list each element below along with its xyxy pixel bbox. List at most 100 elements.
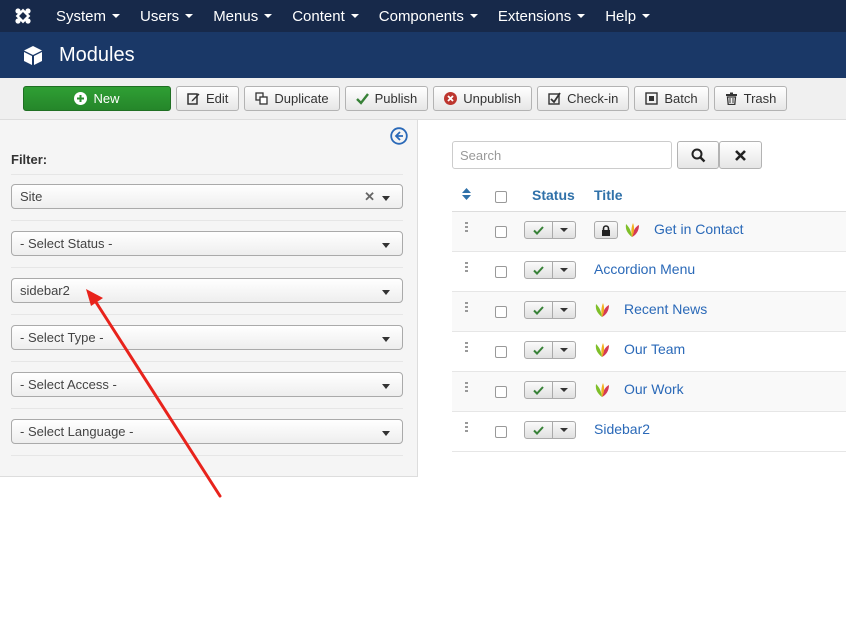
- drag-handle-icon[interactable]: [465, 422, 468, 434]
- table-row: Our Work: [452, 372, 846, 412]
- search-input[interactable]: [452, 141, 672, 169]
- drag-handle-icon[interactable]: [465, 222, 468, 234]
- published-toggle[interactable]: [524, 221, 553, 239]
- nav-system[interactable]: System: [46, 0, 130, 32]
- drag-handle-icon[interactable]: [465, 262, 468, 274]
- leaf-icon: [595, 303, 609, 317]
- status-dropdown[interactable]: [553, 341, 576, 359]
- filter-sidebar: Filter: Site ✕ - Select Status - sidebar…: [0, 120, 418, 477]
- joomla-logo-icon[interactable]: [0, 0, 46, 32]
- published-toggle[interactable]: [524, 421, 553, 439]
- page-header: Modules: [0, 32, 846, 78]
- table-row: Accordion Menu: [452, 252, 846, 292]
- row-checkbox[interactable]: [495, 426, 507, 438]
- chevron-down-icon: [560, 268, 568, 272]
- nav-users-label: Users: [140, 7, 180, 25]
- row-checkbox[interactable]: [495, 226, 507, 238]
- nav-components[interactable]: Components: [369, 0, 488, 32]
- checked-out-button[interactable]: [594, 221, 618, 239]
- edit-button-label: Edit: [206, 91, 229, 106]
- caret-down-icon: [264, 14, 273, 18]
- divider: [11, 314, 403, 315]
- check-icon: [533, 265, 544, 275]
- site-select[interactable]: Site ✕: [11, 184, 403, 209]
- nav-extensions[interactable]: Extensions: [488, 0, 595, 32]
- publish-button[interactable]: Publish: [344, 86, 429, 111]
- nav-content[interactable]: Content: [282, 0, 369, 32]
- batch-icon: [645, 92, 659, 105]
- search-button[interactable]: [677, 141, 719, 169]
- row-checkbox[interactable]: [495, 346, 507, 358]
- nav-help[interactable]: Help: [595, 0, 660, 32]
- divider: [11, 455, 403, 456]
- leaf-icon: [595, 343, 609, 357]
- check-icon: [533, 385, 544, 395]
- clear-search-button[interactable]: [719, 141, 762, 169]
- search-icon: [691, 148, 705, 162]
- chevron-down-icon: [382, 337, 390, 342]
- unpublish-button-label: Unpublish: [463, 91, 522, 106]
- row-checkbox[interactable]: [495, 386, 507, 398]
- published-toggle[interactable]: [524, 301, 553, 319]
- check-icon: [533, 305, 544, 315]
- select-all-checkbox[interactable]: [495, 191, 507, 203]
- access-select[interactable]: - Select Access -: [11, 372, 403, 397]
- nav-components-label: Components: [378, 7, 464, 25]
- batch-button[interactable]: Batch: [634, 86, 709, 111]
- unpublish-button[interactable]: Unpublish: [433, 86, 533, 111]
- status-dropdown[interactable]: [553, 221, 576, 239]
- divider: [11, 361, 403, 362]
- published-toggle[interactable]: [524, 381, 553, 399]
- batch-button-label: Batch: [664, 91, 698, 106]
- top-navbar: System Users Menus Content Components Ex…: [0, 0, 846, 32]
- caret-down-icon: [577, 14, 586, 18]
- module-title-link[interactable]: Recent News: [624, 301, 707, 317]
- duplicate-button[interactable]: Duplicate: [244, 86, 340, 111]
- trash-icon: [725, 92, 738, 105]
- row-checkbox[interactable]: [495, 266, 507, 278]
- drag-handle-icon[interactable]: [465, 382, 468, 394]
- type-select[interactable]: - Select Type -: [11, 325, 403, 350]
- module-title-link[interactable]: Our Team: [624, 341, 685, 357]
- caret-down-icon: [112, 14, 121, 18]
- cube-icon: [24, 46, 42, 65]
- caret-down-icon: [642, 14, 651, 18]
- published-toggle[interactable]: [524, 261, 553, 279]
- chevron-down-icon: [382, 243, 390, 248]
- sort-icon[interactable]: [462, 188, 471, 200]
- chevron-down-icon: [560, 308, 568, 312]
- status-dropdown[interactable]: [553, 261, 576, 279]
- nav-menus[interactable]: Menus: [203, 0, 282, 32]
- title-column-header[interactable]: Title: [594, 187, 623, 203]
- drag-handle-icon[interactable]: [465, 302, 468, 314]
- checkin-button[interactable]: Check-in: [537, 86, 630, 111]
- module-title-link[interactable]: Get in Contact: [654, 221, 744, 237]
- chevron-down-icon: [382, 196, 390, 201]
- status-column-header[interactable]: Status: [532, 187, 575, 203]
- nav-system-label: System: [56, 7, 107, 25]
- trash-button[interactable]: Trash: [713, 86, 788, 111]
- new-button[interactable]: New: [23, 86, 171, 111]
- module-title-link[interactable]: Accordion Menu: [594, 261, 695, 277]
- divider: [11, 408, 403, 409]
- chevron-down-icon: [560, 348, 568, 352]
- chevron-down-icon: [560, 428, 568, 432]
- module-title-link[interactable]: Sidebar2: [594, 421, 650, 437]
- chevron-down-icon: [560, 388, 568, 392]
- position-select[interactable]: sidebar2: [11, 278, 403, 303]
- collapse-sidebar-icon[interactable]: [390, 127, 408, 145]
- status-dropdown[interactable]: [553, 421, 576, 439]
- status-select[interactable]: - Select Status -: [11, 231, 403, 256]
- position-select-value: sidebar2: [20, 283, 70, 298]
- module-title-link[interactable]: Our Work: [624, 381, 684, 397]
- clear-icon[interactable]: ✕: [364, 189, 375, 205]
- drag-handle-icon[interactable]: [465, 342, 468, 354]
- nav-users[interactable]: Users: [130, 0, 203, 32]
- status-dropdown[interactable]: [553, 301, 576, 319]
- toolbar: New Edit Duplicate Publish Unpublish Che…: [0, 78, 846, 120]
- edit-button[interactable]: Edit: [176, 86, 240, 111]
- published-toggle[interactable]: [524, 341, 553, 359]
- status-dropdown[interactable]: [553, 381, 576, 399]
- row-checkbox[interactable]: [495, 306, 507, 318]
- language-select[interactable]: - Select Language -: [11, 419, 403, 444]
